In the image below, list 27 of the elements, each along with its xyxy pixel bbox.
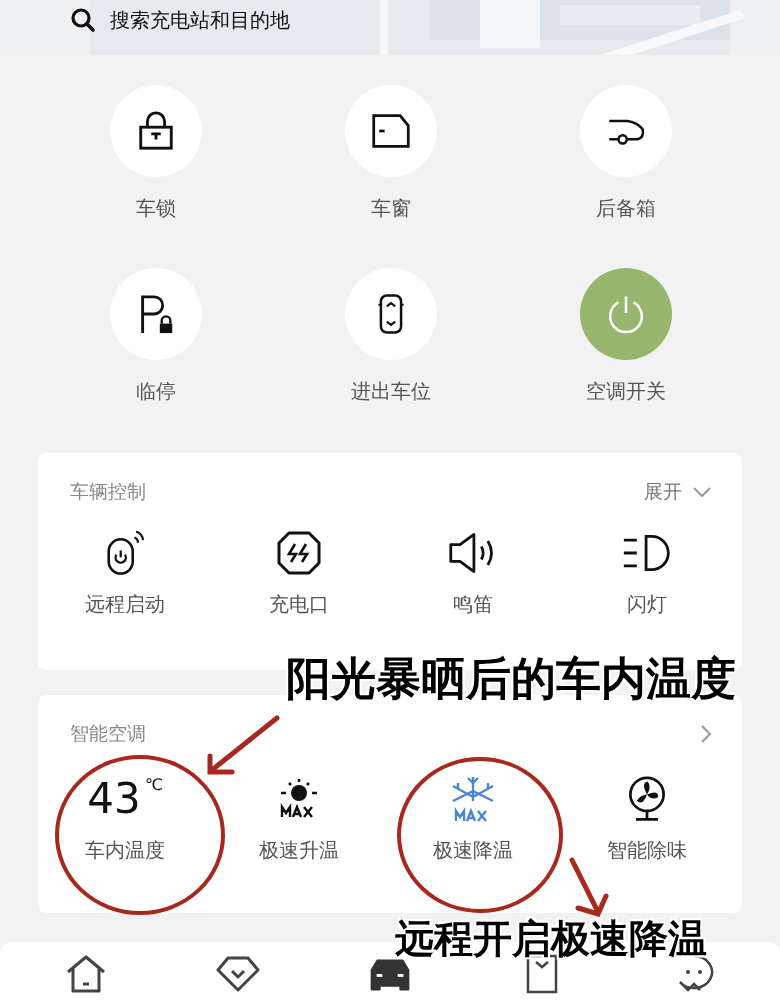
control-button[interactable]: 充电口: [212, 529, 386, 618]
ac-mode-button[interactable]: 极速升温: [212, 775, 386, 864]
home-icon: [64, 954, 108, 994]
expand-button[interactable]: 展开: [644, 479, 712, 505]
quick-action-label: 后备箱: [595, 195, 656, 222]
control-button[interactable]: 鸣笛: [386, 529, 560, 618]
chevron-down-icon: [692, 486, 712, 498]
quick-action-label: 车锁: [135, 195, 176, 222]
annotation-text: 远程开启极速降温: [394, 915, 708, 963]
ac-mode-button[interactable]: 极速降温: [386, 775, 560, 864]
search-field[interactable]: 搜索充电站和目的地: [0, 0, 370, 36]
card-title: 智能空调: [70, 721, 146, 746]
temperature-value: 43: [87, 775, 141, 823]
quick-action-label: 空调开关: [585, 378, 666, 405]
annotation-text: 阳光暴晒后的车内温度: [285, 651, 737, 707]
chevron-right-icon[interactable]: [700, 724, 712, 744]
control-button[interactable]: 闪灯: [560, 529, 734, 618]
quick-action-label: 临停: [135, 378, 176, 405]
search-icon: [70, 7, 96, 33]
diamond-icon: [216, 954, 260, 994]
quick-action-label: 进出车位: [350, 378, 431, 405]
temperature-unit: ℃: [144, 775, 163, 795]
temperature-label: 车内温度: [85, 837, 165, 864]
quick-action-label: 车窗: [370, 195, 411, 222]
ac-mode-button[interactable]: 智能除味: [560, 775, 734, 864]
card-title: 车辆控制: [70, 479, 146, 504]
control-button[interactable]: 远程启动: [38, 529, 212, 618]
